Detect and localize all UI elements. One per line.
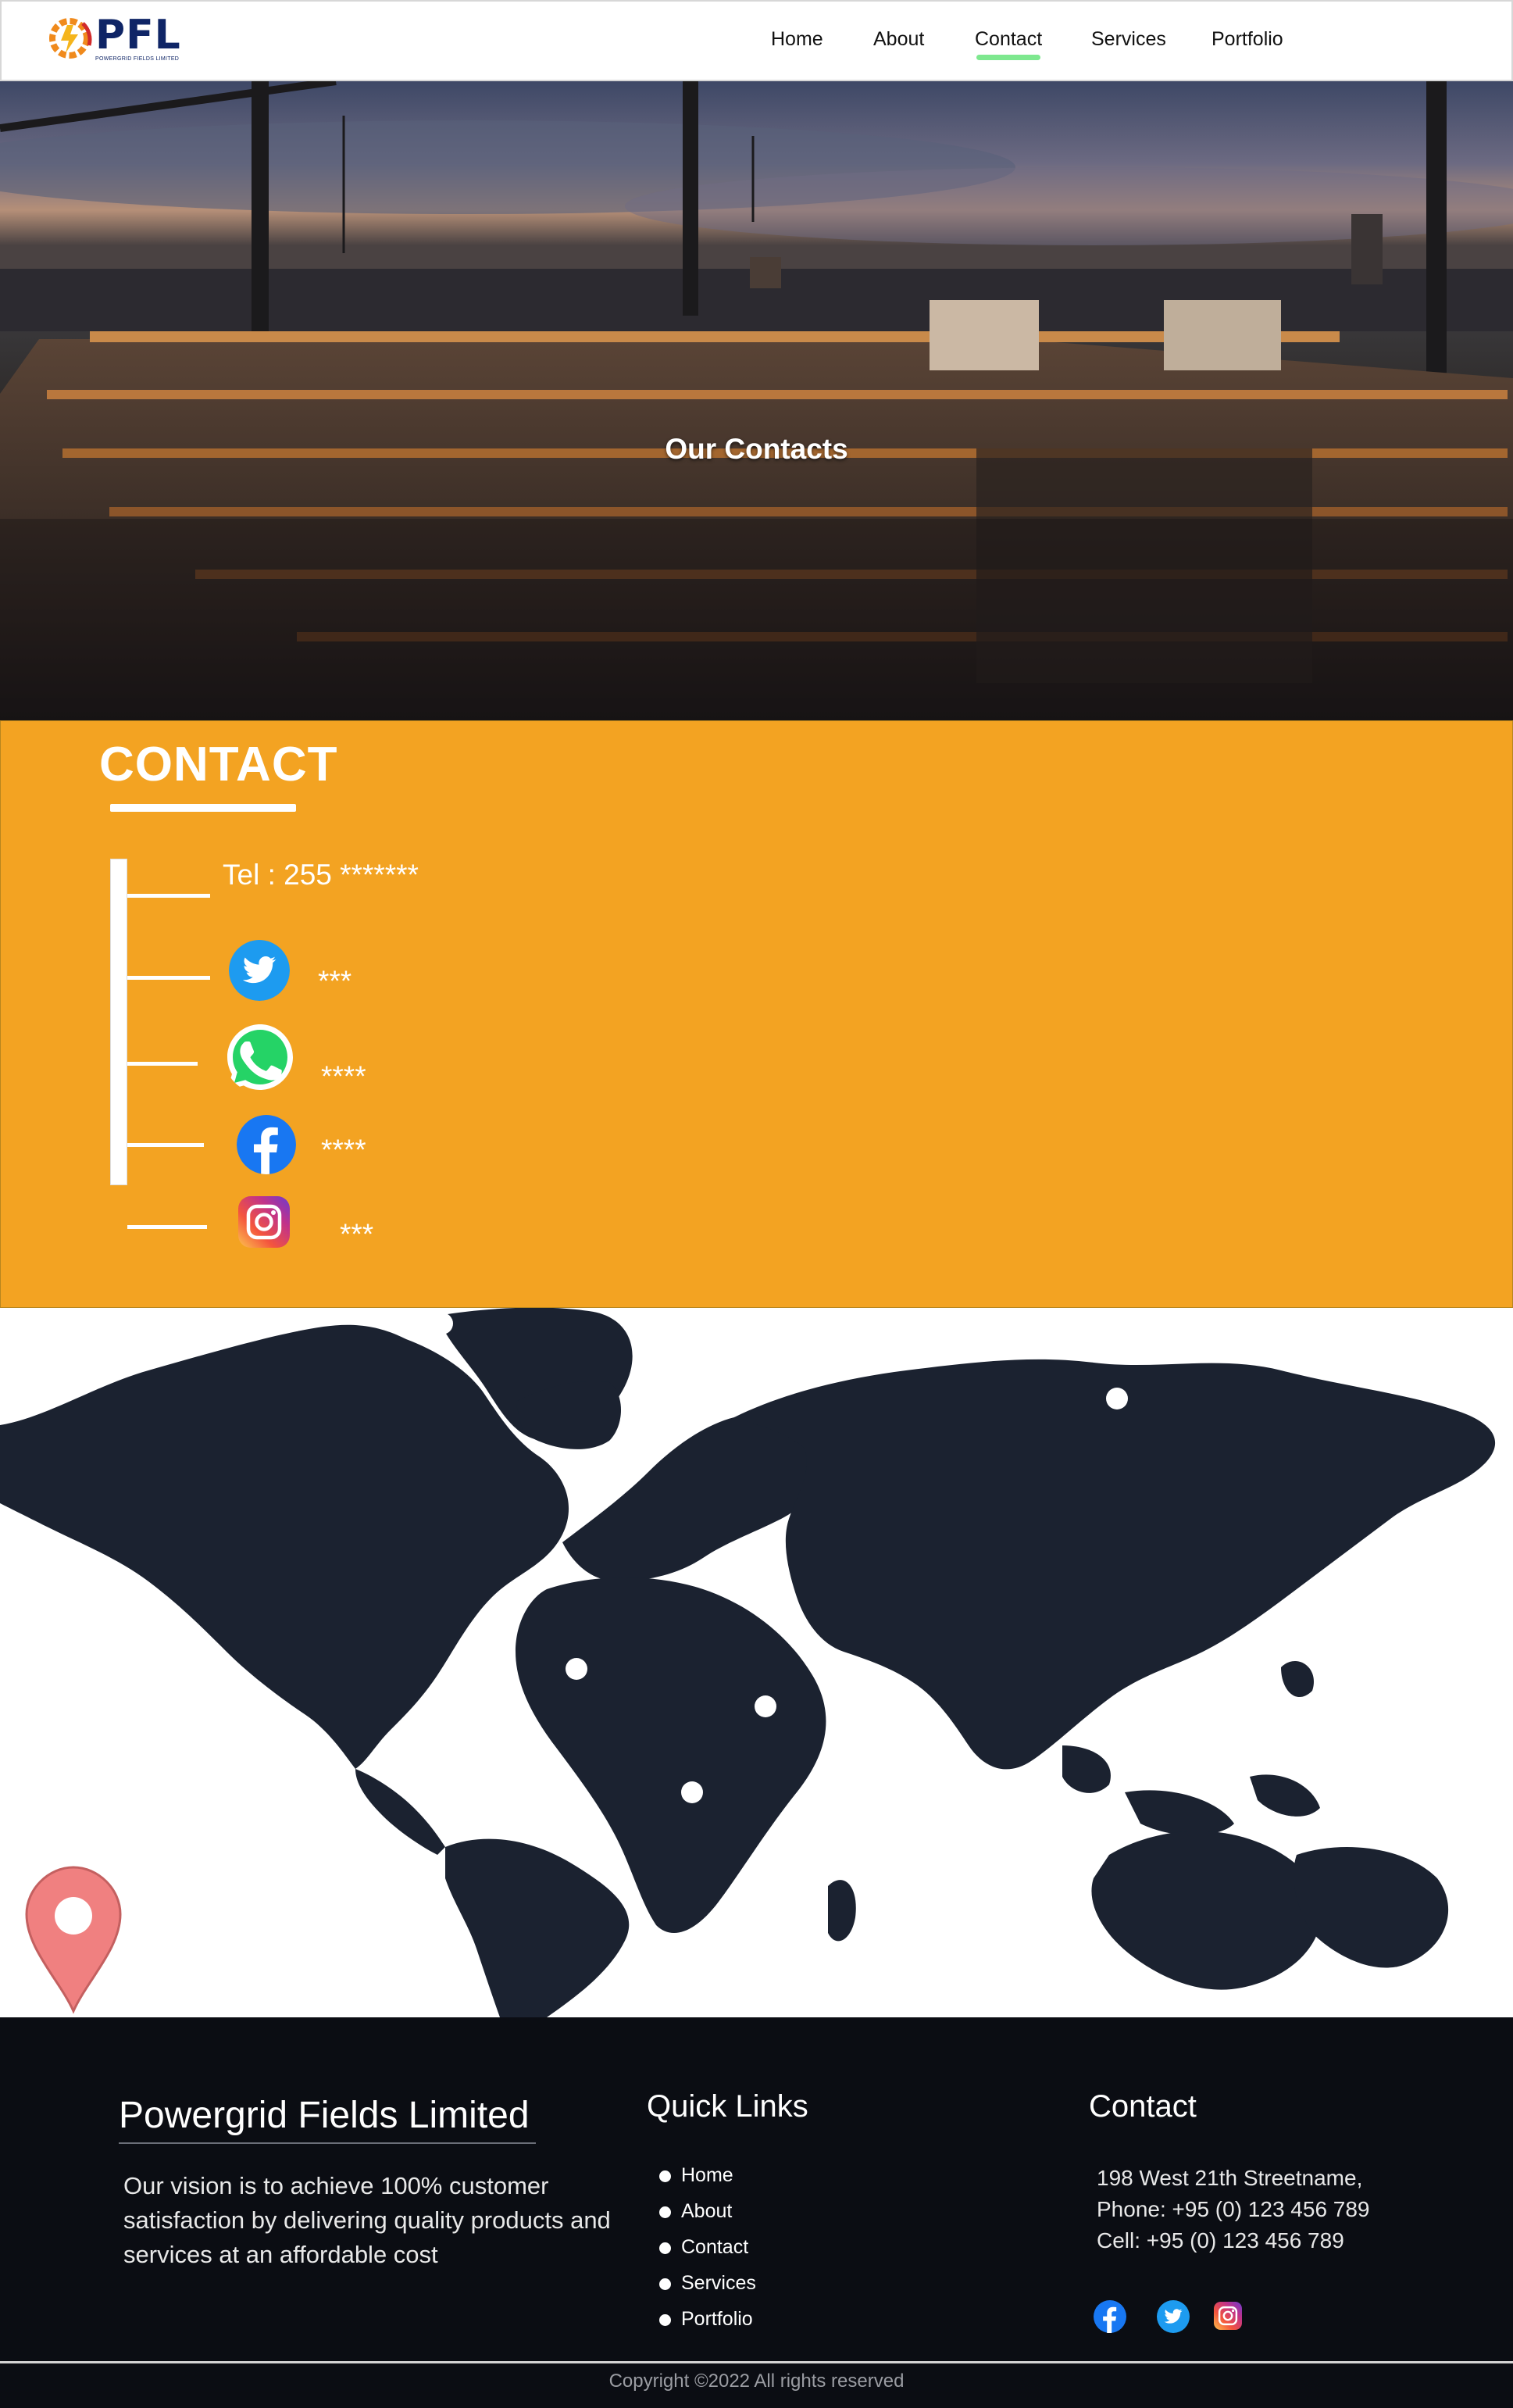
footer-link-portfolio[interactable]: Portfolio [658,2308,756,2344]
twitter-icon[interactable] [229,940,290,1001]
quick-links-title: Quick Links [647,2089,808,2124]
footer-link-about[interactable]: About [658,2200,756,2236]
logo-subtitle: POWERGRID FIELDS LIMITED [95,56,180,62]
navbar: PFL POWERGRID FIELDS LIMITED Home About … [0,0,1513,81]
footer-facebook-icon[interactable] [1094,2300,1126,2333]
hero-banner: Our Contacts [0,81,1513,720]
footer-phone: Phone: +95 (0) 123 456 789 [1097,2197,1370,2221]
construction-site-image [0,81,1513,720]
contact-tel: Tel : 255 ******* [223,859,419,891]
world-map-image [0,1308,1496,2017]
logo-text: PFL [95,12,181,59]
footer-address: 198 West 21th Streetname, [1097,2166,1363,2190]
timeline-tick [127,1062,198,1066]
footer-divider [0,2361,1513,2363]
timeline-tick [127,894,210,898]
logo[interactable]: PFL POWERGRID FIELDS LIMITED [45,13,186,67]
instagram-icon[interactable] [238,1196,290,1248]
contact-facebook: **** [321,1134,366,1166]
footer: Powergrid Fields Limited Our vision is t… [0,2017,1513,2408]
nav-services[interactable]: Services [1091,28,1166,51]
footer-contact-title: Contact [1089,2089,1197,2124]
timeline-tick [127,976,210,980]
contact-twitter: *** [318,965,352,997]
footer-address-block: 198 West 21th Streetname, Phone: +95 (0)… [1097,2163,1370,2256]
contact-whatsapp: **** [321,1060,366,1092]
nav-contact[interactable]: Contact [975,28,1042,60]
footer-link-services[interactable]: Services [658,2272,756,2308]
location-pin-icon[interactable] [25,1866,122,2014]
gear-bolt-icon [49,18,92,59]
contact-heading: CONTACT [99,738,338,791]
footer-cell: Cell: +95 (0) 123 456 789 [1097,2228,1344,2253]
nav-home[interactable]: Home [771,28,823,51]
footer-link-contact[interactable]: Contact [658,2236,756,2272]
nav-about[interactable]: About [873,28,924,51]
nav-portfolio[interactable]: Portfolio [1211,28,1283,51]
timeline-tick [127,1143,204,1147]
whatsapp-icon[interactable] [224,1021,296,1093]
timeline-bar [110,859,127,1185]
footer-twitter-icon[interactable] [1157,2300,1190,2333]
footer-vision: Our vision is to achieve 100% customer s… [123,2172,611,2268]
footer-link-home[interactable]: Home [658,2164,756,2200]
footer-brand-underline [119,2142,536,2144]
footer-brand: Powergrid Fields Limited [119,2095,530,2136]
timeline-tick [127,1225,207,1229]
heading-underline [110,804,296,812]
footer-instagram-icon[interactable] [1214,2302,1242,2330]
facebook-icon[interactable] [237,1115,296,1174]
world-map [0,1308,1513,2017]
quick-links-list: Home About Contact Services Portfolio [658,2164,756,2344]
copyright: Copyright ©2022 All rights reserved [608,2370,905,2392]
hero-title: Our Contacts [665,433,848,465]
contact-section: CONTACT Tel : 255 ******* *** **** **** [0,720,1513,1308]
contact-instagram: *** [340,1218,374,1250]
